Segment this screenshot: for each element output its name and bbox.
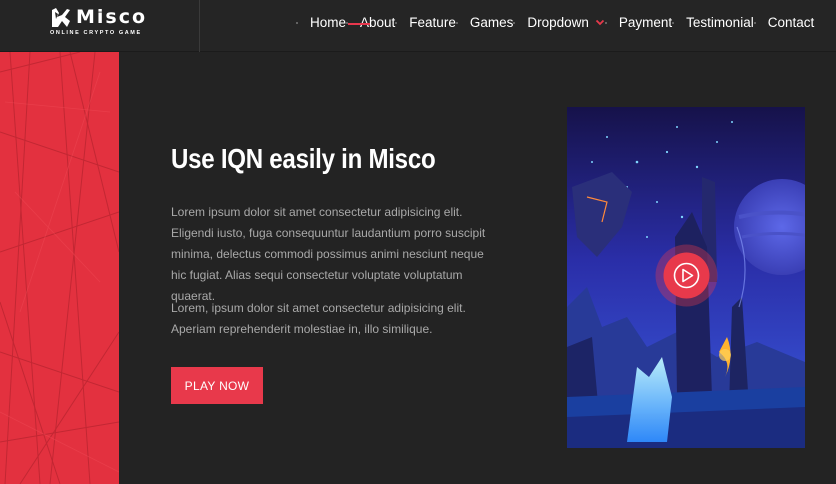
nav-item-label: Home [310,14,347,30]
decorative-red-band [0,52,119,484]
video-play-button[interactable] [655,244,718,307]
nav-item-dropdown[interactable]: Dropdown [513,15,605,30]
nav-item-testimonial[interactable]: Testimonial [672,15,754,30]
nav-item-label: Dropdown [527,14,589,30]
brand-name: Misco [76,6,148,28]
play-now-button[interactable]: PLAY NOW [171,367,263,404]
chevron-down-icon [595,19,605,26]
nav-item-label: Contact [767,14,815,30]
main-nav: Home About Feature Games Dropdown Paymen… [296,0,814,44]
brand-tagline: ONLINE CRYPTO GAME [50,30,142,36]
hero-paragraph: Lorem ipsum dolor sit amet consectetur a… [171,205,486,303]
nav-item-payment[interactable]: Payment [604,14,673,30]
nav-item-label: Games [469,14,514,30]
nav-item-games[interactable]: Games [455,14,514,30]
nav-item-about[interactable]: About [346,15,395,30]
brand-logo[interactable]: Misco ONLINE CRYPTO GAME [0,0,200,52]
top-navbar: Misco ONLINE CRYPTO GAME Home About Feat… [0,0,836,52]
nav-item-home[interactable]: Home [296,15,346,30]
hero-paragraph: Lorem, ipsum dolor sit amet consectetur … [171,301,466,336]
scratch-pattern-icon [0,52,119,484]
nav-item-feature[interactable]: Feature [395,15,456,30]
nav-item-contact[interactable]: Contact [753,14,815,30]
logo-mark-icon [52,8,70,27]
nav-item-label: Feature [409,14,456,30]
play-icon [655,244,718,307]
nav-item-label: Testimonial [686,14,754,30]
hero-title: Use IQN easily in Misco [171,143,436,174]
active-indicator [348,22,371,25]
nav-item-label: Payment [618,14,673,30]
